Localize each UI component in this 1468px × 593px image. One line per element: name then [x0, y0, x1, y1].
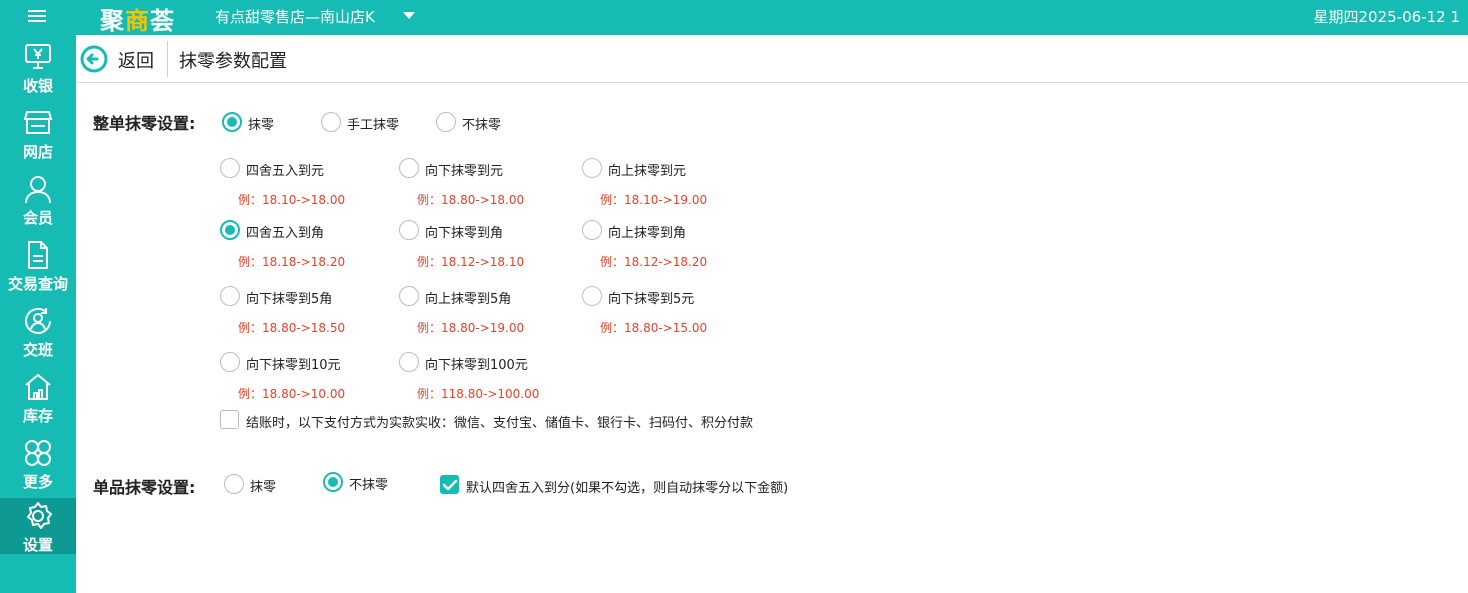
sidebar-item-more[interactable]: 更多 [0, 435, 76, 491]
radio-circle [220, 352, 240, 372]
more-icon [25, 440, 51, 466]
sidebar-item-shift[interactable]: 交班 [0, 303, 76, 359]
radio-circle [224, 474, 244, 494]
radio-circle [582, 220, 602, 240]
top-bar: 聚商荟 有点甜零售店—南山店K 星期四2025-06-12 1 [0, 0, 1468, 35]
sidebar-item-label: 网店 [22, 143, 53, 161]
radio-circle [321, 112, 341, 132]
method-example: 例：118.80->100.00 [417, 387, 540, 401]
back-arrow-icon [80, 45, 108, 73]
radio-circle [323, 472, 343, 492]
radio-label: 向下抹零到5元 [608, 292, 695, 307]
hamburger-menu-icon[interactable] [28, 7, 46, 25]
radio-circle [399, 220, 419, 240]
sidebar-item-settings[interactable]: 设置 [0, 498, 76, 554]
sidebar-item-label: 交易查询 [7, 275, 68, 293]
radio-label: 向下抹零到10元 [246, 358, 341, 373]
gear-icon [27, 502, 52, 529]
radio-label: 向下抹零到100元 [425, 358, 528, 373]
radio-label: 向上抹零到5角 [425, 292, 512, 307]
radio-label: 向上抹零到角 [608, 226, 687, 241]
radio-label: 不抹零 [349, 478, 389, 493]
check-icon [442, 479, 458, 491]
radio-label: 四舍五入到角 [246, 226, 325, 241]
sidebar-item-member[interactable]: 会员 [0, 171, 76, 227]
radio-label: 抹零 [248, 118, 275, 133]
checkbox-box [440, 475, 459, 494]
radio-circle [222, 112, 242, 132]
back-button[interactable]: 返回 [80, 44, 162, 74]
radio-circle [399, 352, 419, 372]
radio-label: 手工抹零 [347, 118, 400, 133]
radio-circle [582, 286, 602, 306]
sidebar-item-label: 收银 [22, 77, 53, 95]
shift-icon [25, 307, 51, 334]
method-example: 例：18.80->18.00 [417, 193, 525, 207]
member-icon [25, 176, 51, 204]
radio-label: 抹零 [250, 480, 277, 495]
sidebar-item-label: 更多 [22, 473, 53, 491]
radio-circle [220, 158, 240, 178]
app-logo: 聚商荟 [100, 7, 175, 35]
radio-circle [220, 220, 240, 240]
method-example: 例：18.80->10.00 [238, 387, 346, 401]
radio-label: 向下抹零到元 [425, 164, 504, 179]
store-name[interactable]: 有点甜零售店—南山店K [215, 6, 375, 27]
sidebar-item-shop[interactable]: 网店 [0, 105, 76, 161]
radio-circle [399, 286, 419, 306]
item-rounding-label: 单品抹零设置: [93, 478, 196, 497]
back-label: 返回 [118, 51, 154, 72]
header-divider [167, 41, 168, 77]
warehouse-icon [25, 373, 51, 400]
sidebar-item-label: 会员 [22, 209, 53, 227]
sidebar-item-cashier[interactable]: 收银 [0, 39, 76, 95]
radio-circle [220, 286, 240, 306]
sidebar: 收银 网店 会员 交易查询 交班 库存 更多 设置 [0, 35, 76, 593]
radio-label: 向下抹零到角 [425, 226, 504, 241]
radio-circle [399, 158, 419, 178]
method-example: 例：18.80->19.00 [417, 321, 525, 335]
page-title: 抹零参数配置 [179, 51, 287, 72]
radio-label: 四舍五入到元 [246, 164, 325, 179]
radio-label: 向上抹零到元 [608, 164, 687, 179]
sidebar-item-label: 库存 [22, 407, 53, 425]
method-example: 例：18.12->18.10 [417, 255, 525, 269]
sidebar-item-inventory[interactable]: 库存 [0, 369, 76, 425]
datetime-display: 星期四2025-06-12 1 [1313, 8, 1461, 26]
method-example: 例：18.80->18.50 [238, 321, 346, 335]
page-header: 返回 抹零参数配置 [76, 35, 1468, 83]
method-example: 例：18.12->18.20 [600, 255, 708, 269]
cashier-icon [25, 44, 51, 69]
checkbox-box [220, 410, 239, 429]
method-example: 例：18.10->18.00 [238, 193, 346, 207]
radio-circle [582, 158, 602, 178]
radio-label: 不抹零 [462, 118, 502, 133]
radio-circle [436, 112, 456, 132]
method-example: 例：18.18->18.20 [238, 255, 346, 269]
sidebar-item-label: 交班 [22, 341, 53, 359]
sidebar-item-transactions[interactable]: 交易查询 [0, 237, 76, 293]
checkbox-label: 默认四舍五入到分(如果不勾选，则自动抹零分以下金额) [466, 481, 789, 496]
sidebar-item-label: 设置 [22, 536, 53, 554]
order-rounding-label: 整单抹零设置: [93, 114, 196, 133]
settings-content: 整单抹零设置: 抹零 手工抹零 不抹零 四舍五入到元 例：18.10->18.0… [76, 84, 1468, 593]
document-icon [28, 241, 48, 269]
chevron-down-icon[interactable] [403, 12, 415, 19]
shop-icon [23, 111, 53, 134]
method-example: 例：18.80->15.00 [600, 321, 708, 335]
radio-label: 向下抹零到5角 [246, 292, 333, 307]
checkbox-label: 结账时，以下支付方式为实款实收：微信、支付宝、储值卡、银行卡、扫码付、积分付款 [246, 416, 754, 431]
method-example: 例：18.10->19.00 [600, 193, 708, 207]
